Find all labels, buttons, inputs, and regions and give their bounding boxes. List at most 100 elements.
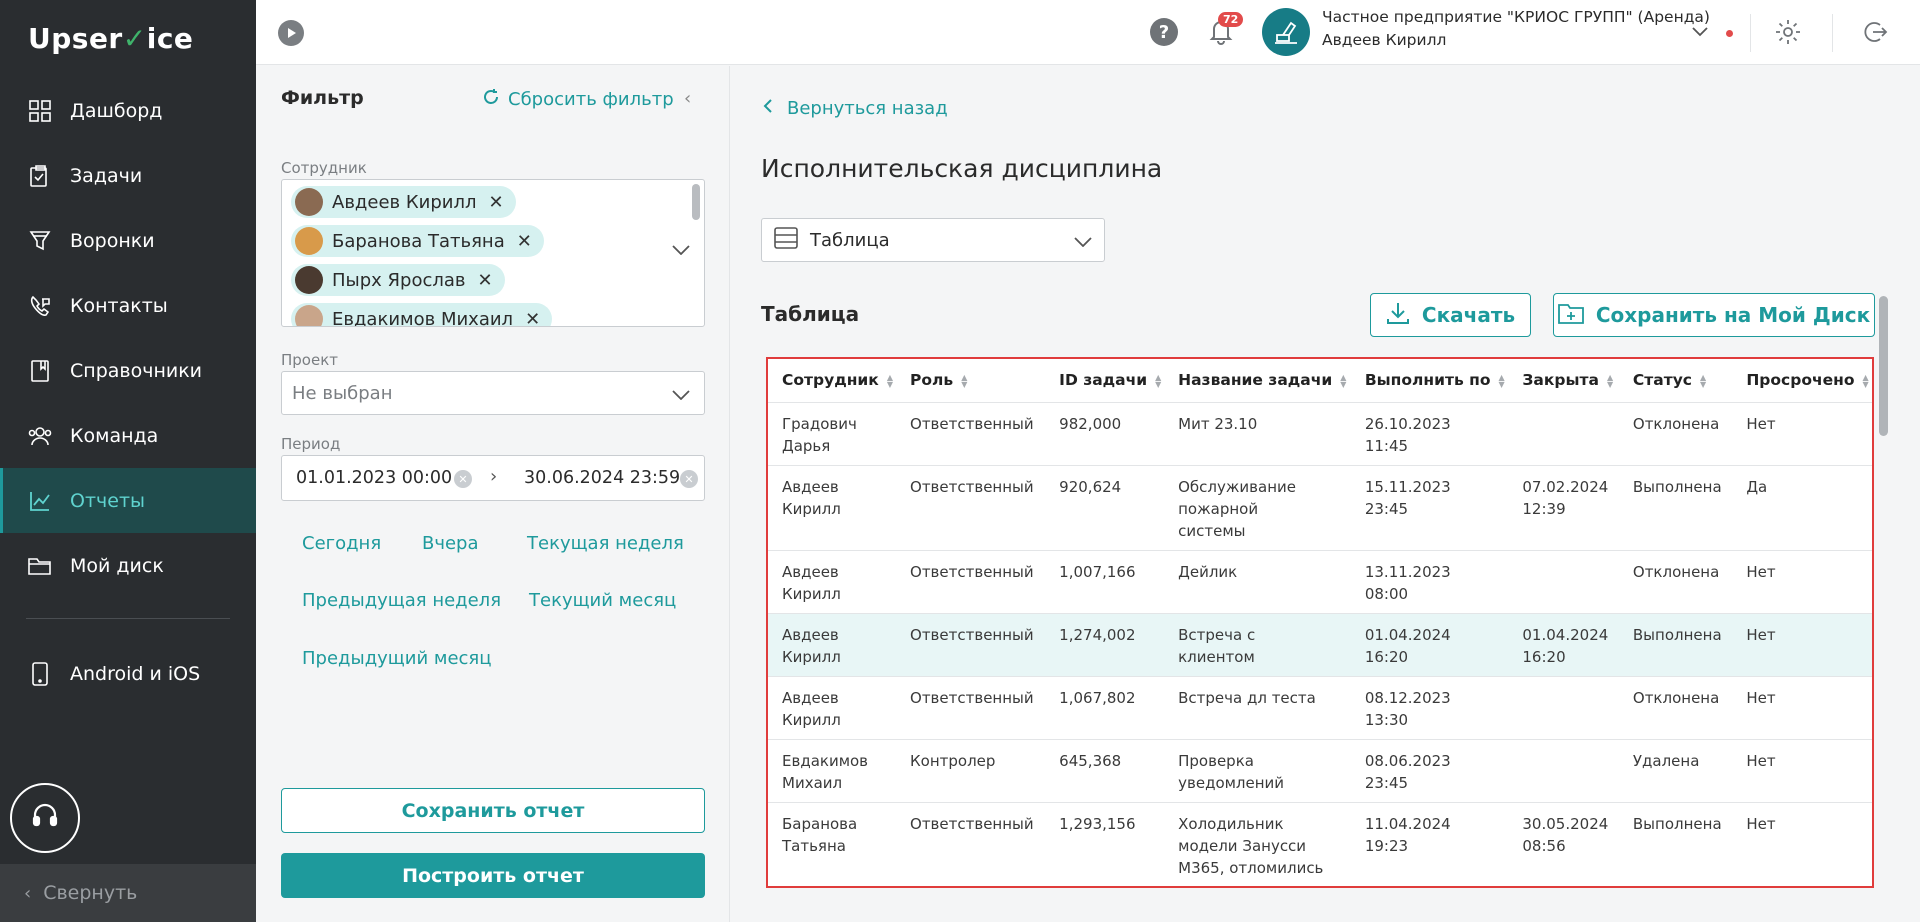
chevron-down-icon[interactable]: [1692, 22, 1708, 41]
org-avatar[interactable]: [1262, 8, 1310, 56]
table-cell: Выполнена: [1618, 464, 1733, 550]
help-icon[interactable]: ?: [1150, 18, 1178, 46]
sort-icon[interactable]: ▲ ▼: [1607, 373, 1613, 388]
logout-icon[interactable]: [1860, 18, 1888, 50]
notification-count-badge: 72: [1218, 12, 1244, 27]
quick-this-month[interactable]: Текущий месяц: [529, 590, 676, 611]
avatar: [295, 305, 323, 326]
quick-prev-week[interactable]: Предыдущая неделя: [302, 590, 501, 611]
support-button[interactable]: [10, 783, 80, 853]
funnel-icon: [28, 229, 52, 253]
play-icon[interactable]: [278, 20, 304, 46]
table-row[interactable]: Баранова Татьяна Ответственный 1,293,156 Хо…: [768, 801, 1872, 886]
table-icon: [774, 226, 798, 254]
table-row[interactable]: Авдеев Кирилл Ответственный 1,067,802 Встре…: [768, 675, 1872, 739]
table-cell: Нет: [1732, 401, 1872, 465]
column-header[interactable]: Статус ▲ ▼: [1619, 359, 1732, 402]
column-header[interactable]: Закрыта ▲ ▼: [1508, 359, 1619, 402]
table-row[interactable]: Авдеев Кирилл Ответственный 1,274,002 Встре…: [768, 612, 1872, 676]
sort-icon[interactable]: ▲ ▼: [961, 373, 967, 388]
column-header[interactable]: Сотрудник ▲ ▼: [768, 359, 896, 402]
sidebar-item-contacts[interactable]: Контакты: [0, 273, 256, 338]
filter-panel: Фильтр Сбросить фильтр ‹ Сотрудник Авдее…: [256, 66, 730, 922]
sort-icon[interactable]: ▲ ▼: [887, 373, 893, 388]
collapse-sidebar-button[interactable]: ‹ Свернуть: [0, 864, 256, 922]
employee-multiselect[interactable]: Авдеев Кирилл ✕ Баранова Татьяна ✕ Пырх …: [281, 179, 705, 327]
download-button[interactable]: Скачать: [1370, 293, 1531, 337]
sidebar-divider: [26, 618, 230, 619]
close-icon[interactable]: ✕: [488, 192, 503, 213]
sort-icon[interactable]: ▲ ▼: [1700, 373, 1706, 388]
table-cell: 01.04.2024 16:20: [1350, 612, 1509, 676]
sidebar-item-dashboard[interactable]: Дашборд: [0, 78, 256, 143]
download-label: Скачать: [1421, 303, 1516, 327]
sidebar-item-label: Задачи: [70, 164, 143, 187]
table-cell: [1508, 401, 1619, 465]
date-from-field[interactable]: 01.01.2023 00:00: [296, 468, 452, 488]
clear-icon[interactable]: ✕: [680, 470, 698, 488]
project-select[interactable]: Не выбран: [281, 371, 705, 415]
column-header[interactable]: ID задачи ▲ ▼: [1045, 359, 1164, 402]
gear-icon[interactable]: [1774, 18, 1802, 50]
sidebar-item-my-disk[interactable]: Мой диск: [0, 533, 256, 598]
table-row[interactable]: Авдеев Кирилл Ответственный 1,007,166 Дейли…: [768, 549, 1872, 613]
save-report-button[interactable]: Сохранить отчет: [281, 788, 705, 833]
back-link[interactable]: Вернуться назад: [763, 98, 948, 119]
table-cell: 30.05.2024 08:56: [1508, 801, 1619, 886]
clear-icon[interactable]: ✕: [454, 470, 472, 488]
table-row[interactable]: Авдеев Кирилл Ответственный 920,624 Обслужи…: [768, 464, 1872, 550]
close-icon[interactable]: ✕: [525, 309, 540, 327]
quick-yesterday[interactable]: Вчера: [422, 533, 479, 554]
sidebar-item-label: Справочники: [70, 359, 203, 382]
scrollbar[interactable]: [1879, 296, 1888, 436]
save-to-disk-label: Сохранить на Мой Диск: [1595, 303, 1871, 327]
period-range-input[interactable]: 01.01.2023 00:00 ✕ › 30.06.2024 23:59 ✕: [281, 455, 705, 501]
table-row[interactable]: Градович Дарья Ответственный 982,000 Мит 23…: [768, 401, 1872, 465]
chip-label: Пырх Ярослав: [332, 269, 466, 291]
table-cell: Баранова Татьяна: [768, 801, 897, 886]
column-header[interactable]: Выполнить по ▲ ▼: [1351, 359, 1509, 402]
date-to-field[interactable]: 30.06.2024 23:59: [524, 468, 680, 488]
reset-filter-button[interactable]: Сбросить фильтр: [482, 88, 674, 111]
sort-icon[interactable]: ▲ ▼: [1863, 373, 1869, 388]
table-cell: Градович Дарья: [768, 401, 897, 465]
scrollbar[interactable]: [692, 184, 700, 220]
collapse-label: Свернуть: [43, 882, 138, 904]
save-to-disk-button[interactable]: Сохранить на Мой Диск: [1553, 293, 1875, 337]
sidebar-item-funnels[interactable]: Воронки: [0, 208, 256, 273]
collapse-filter-icon[interactable]: ‹: [684, 88, 691, 109]
table-cell: 1,067,802: [1045, 675, 1165, 739]
user-name[interactable]: Авдеев Кирилл: [1322, 31, 1446, 49]
sidebar-item-references[interactable]: Справочники: [0, 338, 256, 403]
table-row[interactable]: Евдакимов Михаил Контролер 645,368 Проверка…: [768, 738, 1872, 802]
download-icon: [1386, 301, 1410, 330]
sort-icon[interactable]: ▲ ▼: [1155, 373, 1161, 388]
column-header-label: Выполнить по: [1364, 371, 1491, 390]
org-name[interactable]: Частное предприятие "КРИОС ГРУПП" (Аренд…: [1322, 8, 1710, 26]
view-mode-select[interactable]: Таблица: [761, 218, 1105, 262]
team-icon: [28, 424, 52, 448]
sidebar-item-tasks[interactable]: Задачи: [0, 143, 256, 208]
quick-this-week[interactable]: Текущая неделя: [527, 533, 684, 554]
sidebar-item-reports[interactable]: Отчеты: [0, 468, 256, 533]
column-header[interactable]: Просрочено ▲ ▼: [1732, 359, 1872, 402]
app-logo[interactable]: Upser✓ice: [28, 22, 193, 55]
column-header[interactable]: Роль ▲ ▼: [896, 359, 1045, 402]
column-header[interactable]: Название задачи ▲ ▼: [1164, 359, 1351, 402]
chevron-down-icon[interactable]: [672, 240, 690, 259]
table-cell: Холодильник модели Занусси М365, отломил…: [1164, 801, 1351, 886]
sidebar-item-team[interactable]: Команда: [0, 403, 256, 468]
quick-today[interactable]: Сегодня: [302, 533, 381, 554]
table-cell: 13.11.2023 08:00: [1350, 549, 1509, 613]
sort-icon[interactable]: ▲ ▼: [1499, 373, 1505, 388]
sort-icon[interactable]: ▲ ▼: [1340, 373, 1346, 388]
table-cell: Авдеев Кирилл: [768, 612, 897, 676]
close-icon[interactable]: ✕: [517, 231, 532, 252]
sidebar-item-mobile[interactable]: Android и iOS: [0, 641, 256, 706]
quick-prev-month[interactable]: Предыдущий месяц: [302, 648, 492, 669]
close-icon[interactable]: ✕: [478, 270, 493, 291]
column-header-label: Закрыта: [1522, 371, 1599, 390]
dashboard-icon: [28, 99, 52, 123]
build-report-button[interactable]: Построить отчет: [281, 853, 705, 898]
table-cell: Встреча с клиентом: [1164, 612, 1351, 676]
